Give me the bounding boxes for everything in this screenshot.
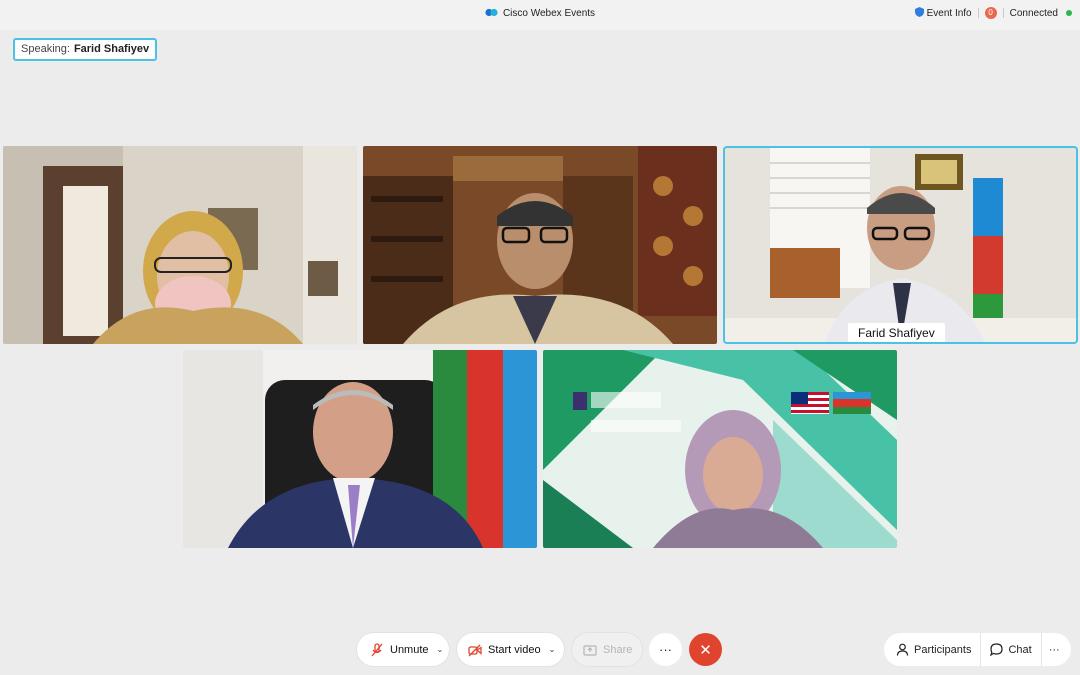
video-tile-participant-2[interactable] xyxy=(363,146,717,344)
share-label: Share xyxy=(603,643,633,656)
chevron-down-icon[interactable]: ⌄ xyxy=(437,645,444,654)
video-tile-active-speaker[interactable]: Farid Shafiyev xyxy=(723,146,1078,344)
video-off-icon xyxy=(468,644,482,656)
more-icon: ··· xyxy=(659,642,672,657)
chat-bubble-icon xyxy=(990,643,1004,656)
participant-video-feed xyxy=(363,146,717,344)
chat-label: Chat xyxy=(1008,643,1032,656)
speaking-indicator: Speaking: Farid Shafiyev xyxy=(13,38,158,61)
divider xyxy=(977,8,979,18)
participant-video-feed xyxy=(725,148,1076,342)
malaysia-flag xyxy=(791,392,829,414)
muted-microphone-icon xyxy=(371,642,383,656)
app-title: Cisco Webex Events xyxy=(502,8,596,19)
unmute-button[interactable]: Unmute ⌄ xyxy=(357,633,449,666)
share-button[interactable]: Share xyxy=(572,633,642,666)
title-right-controls: Event Info 0 Connected xyxy=(914,7,1072,19)
participant-video-feed xyxy=(543,350,897,548)
participants-label: Participants xyxy=(914,643,972,656)
start-video-label: Start video xyxy=(488,643,541,656)
speaking-label: Speaking: xyxy=(21,43,70,55)
shield-icon xyxy=(914,7,924,17)
event-info-button[interactable]: Event Info xyxy=(914,7,972,19)
video-tile-participant-4[interactable] xyxy=(183,350,537,548)
share-screen-icon xyxy=(583,644,597,656)
recording-badge[interactable]: 0 xyxy=(984,7,997,19)
participant-video-feed xyxy=(3,146,357,344)
unmute-label: Unmute xyxy=(390,643,429,656)
participants-button[interactable]: Participants xyxy=(884,633,980,666)
meeting-toolbar: Unmute ⌄ Start video ⌄ Share ··· ✕ Parti… xyxy=(0,622,1080,675)
azerbaijan-flag xyxy=(973,178,1003,342)
person-icon xyxy=(896,643,909,656)
video-tile-participant-1[interactable] xyxy=(3,146,357,344)
leave-meeting-button[interactable]: ✕ xyxy=(689,633,722,666)
start-video-button[interactable]: Start video ⌄ xyxy=(457,633,564,666)
connected-status-icon xyxy=(1066,10,1072,16)
chat-button[interactable]: Chat xyxy=(981,633,1040,666)
panel-controls: Participants Chat ··· xyxy=(884,633,1071,666)
webex-logo-icon xyxy=(485,8,498,17)
title-bar: Cisco Webex Events Event Info 0 Connecte… xyxy=(0,0,1080,30)
speaking-name: Farid Shafiyev xyxy=(73,43,150,55)
connection-status: Connected xyxy=(1009,7,1058,19)
close-icon: ✕ xyxy=(699,641,712,659)
event-info-label: Event Info xyxy=(926,8,972,19)
participant-name-tag: Farid Shafiyev xyxy=(848,323,945,342)
more-options-button[interactable]: ··· xyxy=(649,633,682,666)
more-icon: ··· xyxy=(1048,643,1060,656)
video-tile-participant-5[interactable] xyxy=(543,350,897,548)
participant-video-feed xyxy=(183,350,537,548)
divider xyxy=(1002,8,1004,18)
overflow-menu-button[interactable]: ··· xyxy=(1042,633,1066,666)
azerbaijan-flag xyxy=(833,392,871,414)
chevron-down-icon[interactable]: ⌄ xyxy=(549,645,556,654)
